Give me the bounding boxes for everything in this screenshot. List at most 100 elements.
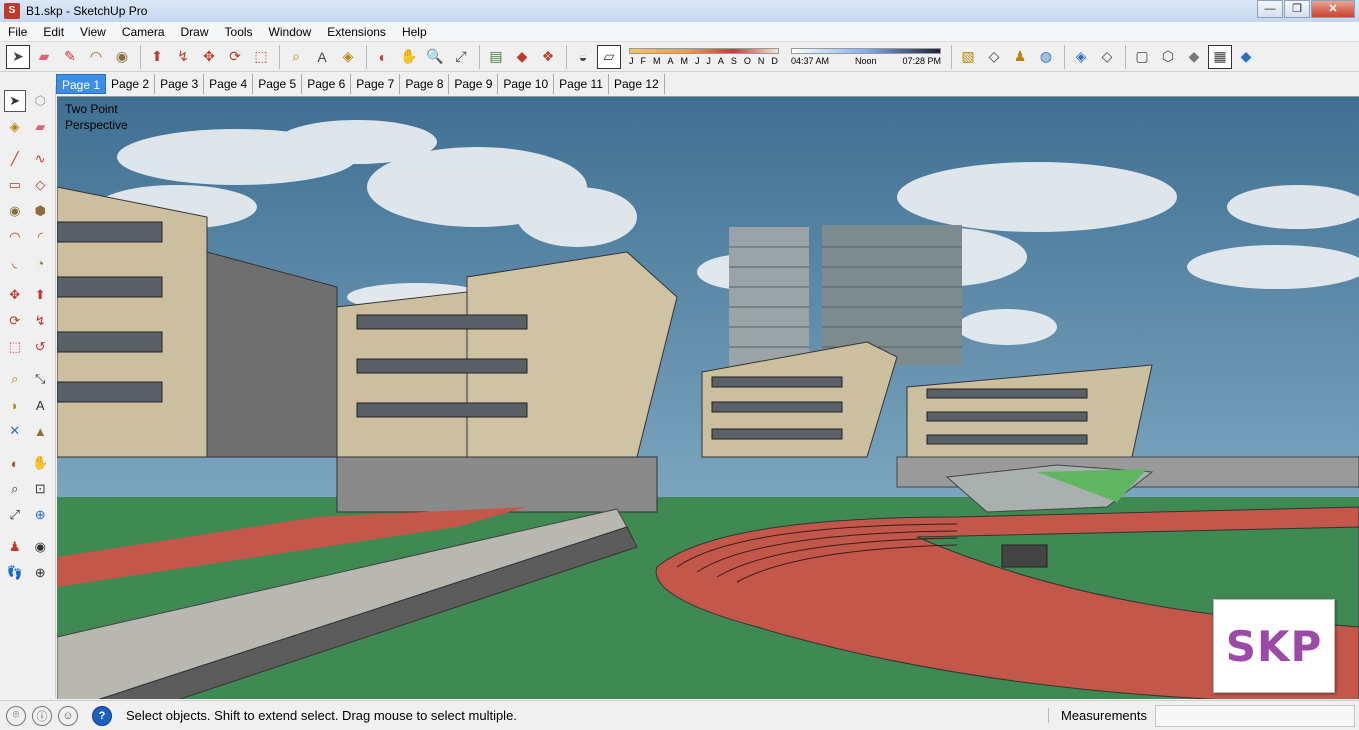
position-camera-icon[interactable]: ♟ bbox=[1008, 45, 1032, 69]
follow-me-tool-icon[interactable]: ↯ bbox=[171, 45, 195, 69]
tab-page-7[interactable]: Page 7 bbox=[351, 74, 401, 94]
shadow-time-slider[interactable]: 04:37 AM Noon 07:28 PM bbox=[791, 47, 941, 66]
zoom-tool-icon[interactable]: 🔍 bbox=[423, 45, 447, 69]
tab-page-5[interactable]: Page 5 bbox=[253, 74, 303, 94]
tab-page-9[interactable]: Page 9 bbox=[449, 74, 499, 94]
three-point-arc-tool-icon[interactable]: ◟ bbox=[4, 252, 26, 274]
freehand-tool-icon[interactable]: ∿ bbox=[29, 148, 51, 170]
monochrome-style-icon[interactable]: ◆ bbox=[1234, 45, 1258, 69]
menu-help[interactable]: Help bbox=[394, 25, 435, 39]
menu-file[interactable]: File bbox=[0, 25, 35, 39]
tab-page-6[interactable]: Page 6 bbox=[302, 74, 352, 94]
tab-page-10[interactable]: Page 10 bbox=[498, 74, 555, 94]
rotate-tool-icon[interactable]: ⟳ bbox=[4, 310, 26, 332]
minimize-button[interactable]: — bbox=[1257, 0, 1283, 18]
follow-me-tool-icon[interactable]: ↯ bbox=[29, 310, 51, 332]
share-model-icon[interactable]: ◆ bbox=[510, 45, 534, 69]
two-point-arc-tool-icon[interactable]: ◜ bbox=[29, 226, 51, 248]
make-component-icon[interactable]: ⬡ bbox=[29, 90, 51, 112]
measurements-input[interactable] bbox=[1155, 705, 1355, 727]
iso-view-icon[interactable]: ◈ bbox=[1069, 45, 1093, 69]
fog-toggle-icon[interactable]: ▱ bbox=[597, 44, 621, 69]
rotate-tool-icon[interactable]: ⟳ bbox=[223, 45, 247, 69]
model-viewport[interactable]: Two Point Perspective SKP bbox=[57, 96, 1359, 699]
geo-location-icon[interactable]: ◍ bbox=[1034, 45, 1058, 69]
axes-tool-icon[interactable]: ✕ bbox=[4, 420, 26, 442]
menu-view[interactable]: View bbox=[72, 25, 114, 39]
textured-style-icon[interactable]: ▦ bbox=[1208, 44, 1232, 69]
push-pull-tool-icon[interactable]: ⬆ bbox=[145, 45, 169, 69]
select-tool-icon[interactable]: ➤ bbox=[6, 44, 30, 69]
arc-tool-icon[interactable]: ◠ bbox=[84, 45, 108, 69]
pan-tool-icon[interactable]: ✋ bbox=[29, 452, 51, 474]
offset-tool-icon[interactable]: ↺ bbox=[29, 336, 51, 358]
close-button[interactable]: ✕ bbox=[1311, 0, 1355, 18]
sketchup-app-icon[interactable]: S bbox=[4, 3, 20, 19]
zoom-extents-tool-icon[interactable]: ⤢ bbox=[4, 504, 26, 526]
tab-page-2[interactable]: Page 2 bbox=[106, 74, 156, 94]
rectangle-tool-icon[interactable]: ▭ bbox=[4, 174, 26, 196]
position-camera-icon[interactable]: ♟ bbox=[4, 536, 26, 558]
3d-text-tool-icon[interactable]: ▲ bbox=[29, 420, 51, 442]
menu-extensions[interactable]: Extensions bbox=[319, 25, 394, 39]
zoom-extents-tool-icon[interactable]: ⤢ bbox=[449, 45, 473, 69]
time-slider-bar[interactable] bbox=[791, 47, 941, 54]
text-tool-icon[interactable]: A bbox=[310, 45, 334, 69]
dimension-tool-icon[interactable]: ⤡ bbox=[29, 368, 51, 390]
menu-window[interactable]: Window bbox=[261, 25, 320, 39]
tab-page-4[interactable]: Page 4 bbox=[204, 74, 254, 94]
look-around-icon[interactable]: ◉ bbox=[29, 536, 51, 558]
zoom-window-tool-icon[interactable]: ⊡ bbox=[29, 478, 51, 500]
section-cut-icon[interactable]: ◇ bbox=[982, 45, 1006, 69]
pencil-line-tool-icon[interactable]: ✎ bbox=[58, 45, 82, 69]
scale-tool-icon[interactable]: ⬚ bbox=[249, 45, 273, 69]
scale-tool-icon[interactable]: ⬚ bbox=[4, 336, 26, 358]
rotated-rectangle-tool-icon[interactable]: ◇ bbox=[29, 174, 51, 196]
menu-camera[interactable]: Camera bbox=[114, 25, 173, 39]
zoom-tool-icon[interactable]: ⌕ bbox=[4, 478, 26, 500]
text-tool-icon[interactable]: A bbox=[29, 394, 51, 416]
tab-page-1[interactable]: Page 1 bbox=[56, 74, 107, 94]
menu-draw[interactable]: Draw bbox=[173, 25, 217, 39]
tab-page-3[interactable]: Page 3 bbox=[155, 74, 205, 94]
user-account-icon[interactable]: ☺ bbox=[58, 705, 78, 726]
paint-bucket-tool-icon[interactable]: ◈ bbox=[336, 45, 360, 69]
previous-view-icon[interactable]: ⊕ bbox=[29, 504, 51, 526]
eraser-tool-icon[interactable]: ▰ bbox=[29, 116, 51, 138]
help-icon[interactable]: ? bbox=[92, 705, 112, 726]
tab-page-11[interactable]: Page 11 bbox=[554, 74, 609, 94]
pie-tool-icon[interactable]: ◔ bbox=[29, 252, 51, 274]
warehouse-icon[interactable]: ▤ bbox=[484, 45, 508, 69]
paint-bucket-tool-icon[interactable]: ◈ bbox=[4, 116, 26, 138]
credits-info-icon[interactable]: ⓘ bbox=[32, 705, 52, 726]
tape-measure-tool-icon[interactable]: ⌕ bbox=[284, 45, 308, 69]
maximize-button[interactable]: ❐ bbox=[1284, 0, 1310, 18]
circle-tool-icon[interactable]: ◉ bbox=[4, 200, 26, 222]
xray-style-icon[interactable]: ▢ bbox=[1130, 45, 1154, 69]
menu-edit[interactable]: Edit bbox=[35, 25, 72, 39]
walk-tool-icon[interactable]: 👣 bbox=[4, 562, 26, 584]
tab-page-12[interactable]: Page 12 bbox=[609, 74, 665, 94]
tape-measure-tool-icon[interactable]: ⌕ bbox=[4, 368, 26, 390]
menu-tools[interactable]: Tools bbox=[217, 25, 261, 39]
geo-location-status-icon[interactable]: ⌾ bbox=[6, 705, 26, 726]
polygon-tool-icon[interactable]: ⬢ bbox=[29, 200, 51, 222]
shaded-style-icon[interactable]: ◆ bbox=[1182, 45, 1206, 69]
circle-tool-icon[interactable]: ◉ bbox=[110, 45, 134, 69]
shadows-toggle-icon[interactable]: ◒ bbox=[571, 45, 595, 69]
eraser-tool-icon[interactable]: ▰ bbox=[32, 45, 56, 69]
line-tool-icon[interactable]: ╱ bbox=[4, 148, 26, 170]
protractor-tool-icon[interactable]: ◗ bbox=[4, 394, 26, 416]
section-plane-icon[interactable]: ▧ bbox=[956, 45, 980, 69]
push-pull-tool-icon[interactable]: ⬆ bbox=[29, 284, 51, 306]
tab-page-8[interactable]: Page 8 bbox=[400, 74, 450, 94]
section-plane-tool-icon[interactable]: ⊕ bbox=[29, 562, 51, 584]
orbit-tool-icon[interactable]: ◐ bbox=[4, 452, 26, 474]
orbit-tool-icon[interactable]: ◐ bbox=[371, 45, 395, 69]
arc-tool-icon[interactable]: ◠ bbox=[4, 226, 26, 248]
extension-warehouse-icon[interactable]: ❖ bbox=[536, 45, 560, 69]
top-view-icon[interactable]: ◇ bbox=[1095, 45, 1119, 69]
move-tool-icon[interactable]: ✥ bbox=[197, 45, 221, 69]
shadow-date-slider[interactable]: J F M A M J J A S O N D bbox=[629, 47, 779, 66]
month-slider-bar[interactable] bbox=[629, 47, 779, 54]
